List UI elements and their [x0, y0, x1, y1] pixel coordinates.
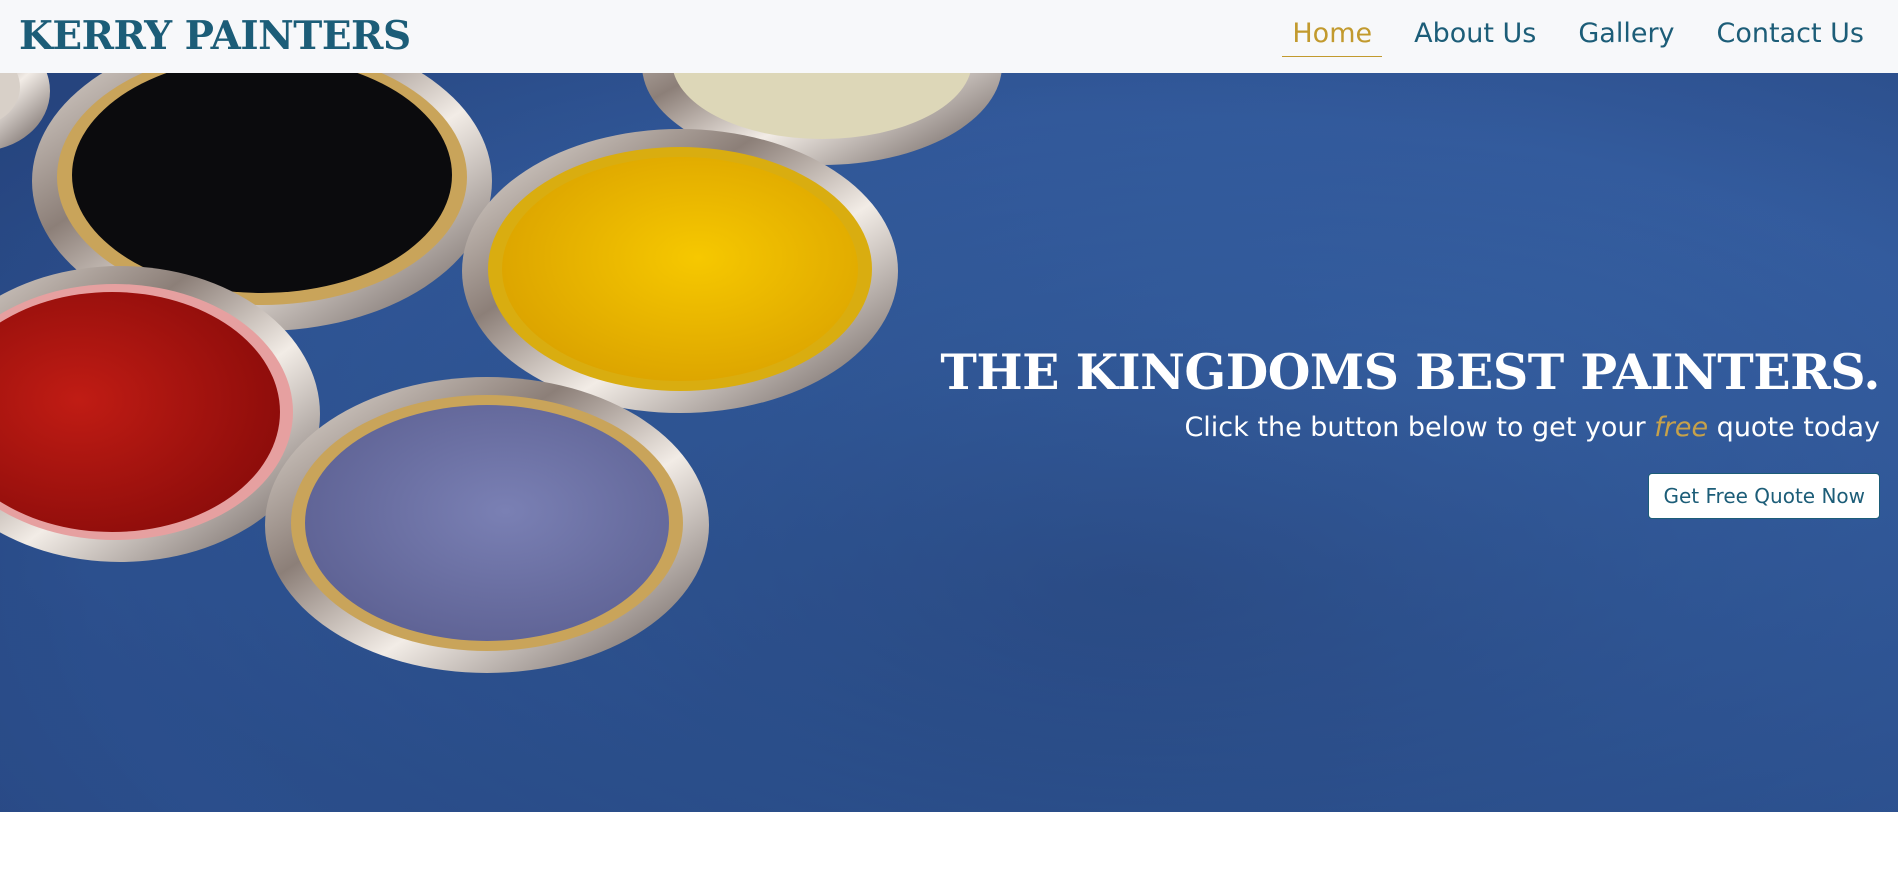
hero-text-block: THE KINGDOMS BEST PAINTERS. Click the bu…	[780, 341, 1881, 519]
get-free-quote-button[interactable]: Get Free Quote Now	[1648, 473, 1880, 519]
hero-subheadline: Click the button below to get your free …	[780, 411, 1880, 445]
subheadline-text-end: quote today	[1708, 412, 1880, 443]
nav-home-link[interactable]: Home	[1282, 14, 1383, 57]
brand-logo[interactable]: KERRY PAINTERS	[19, 10, 411, 62]
hero-headline: THE KINGDOMS BEST PAINTERS.	[940, 343, 1880, 401]
hero-banner: THE KINGDOMS BEST PAINTERS. Click the bu…	[0, 73, 1898, 812]
nav-about-link[interactable]: About Us	[1404, 14, 1546, 57]
subheadline-text-start: Click the button below to get your	[1184, 412, 1655, 443]
subheadline-free-accent: free	[1654, 412, 1709, 443]
main-nav: Home About Us Gallery Contact Us	[1282, 14, 1874, 57]
lavender-paint-can	[265, 377, 709, 673]
nav-contact-link[interactable]: Contact Us	[1707, 14, 1874, 57]
navbar: KERRY PAINTERS Home About Us Gallery Con…	[0, 0, 1898, 73]
page-body-start	[0, 812, 1898, 870]
nav-gallery-link[interactable]: Gallery	[1568, 14, 1684, 57]
